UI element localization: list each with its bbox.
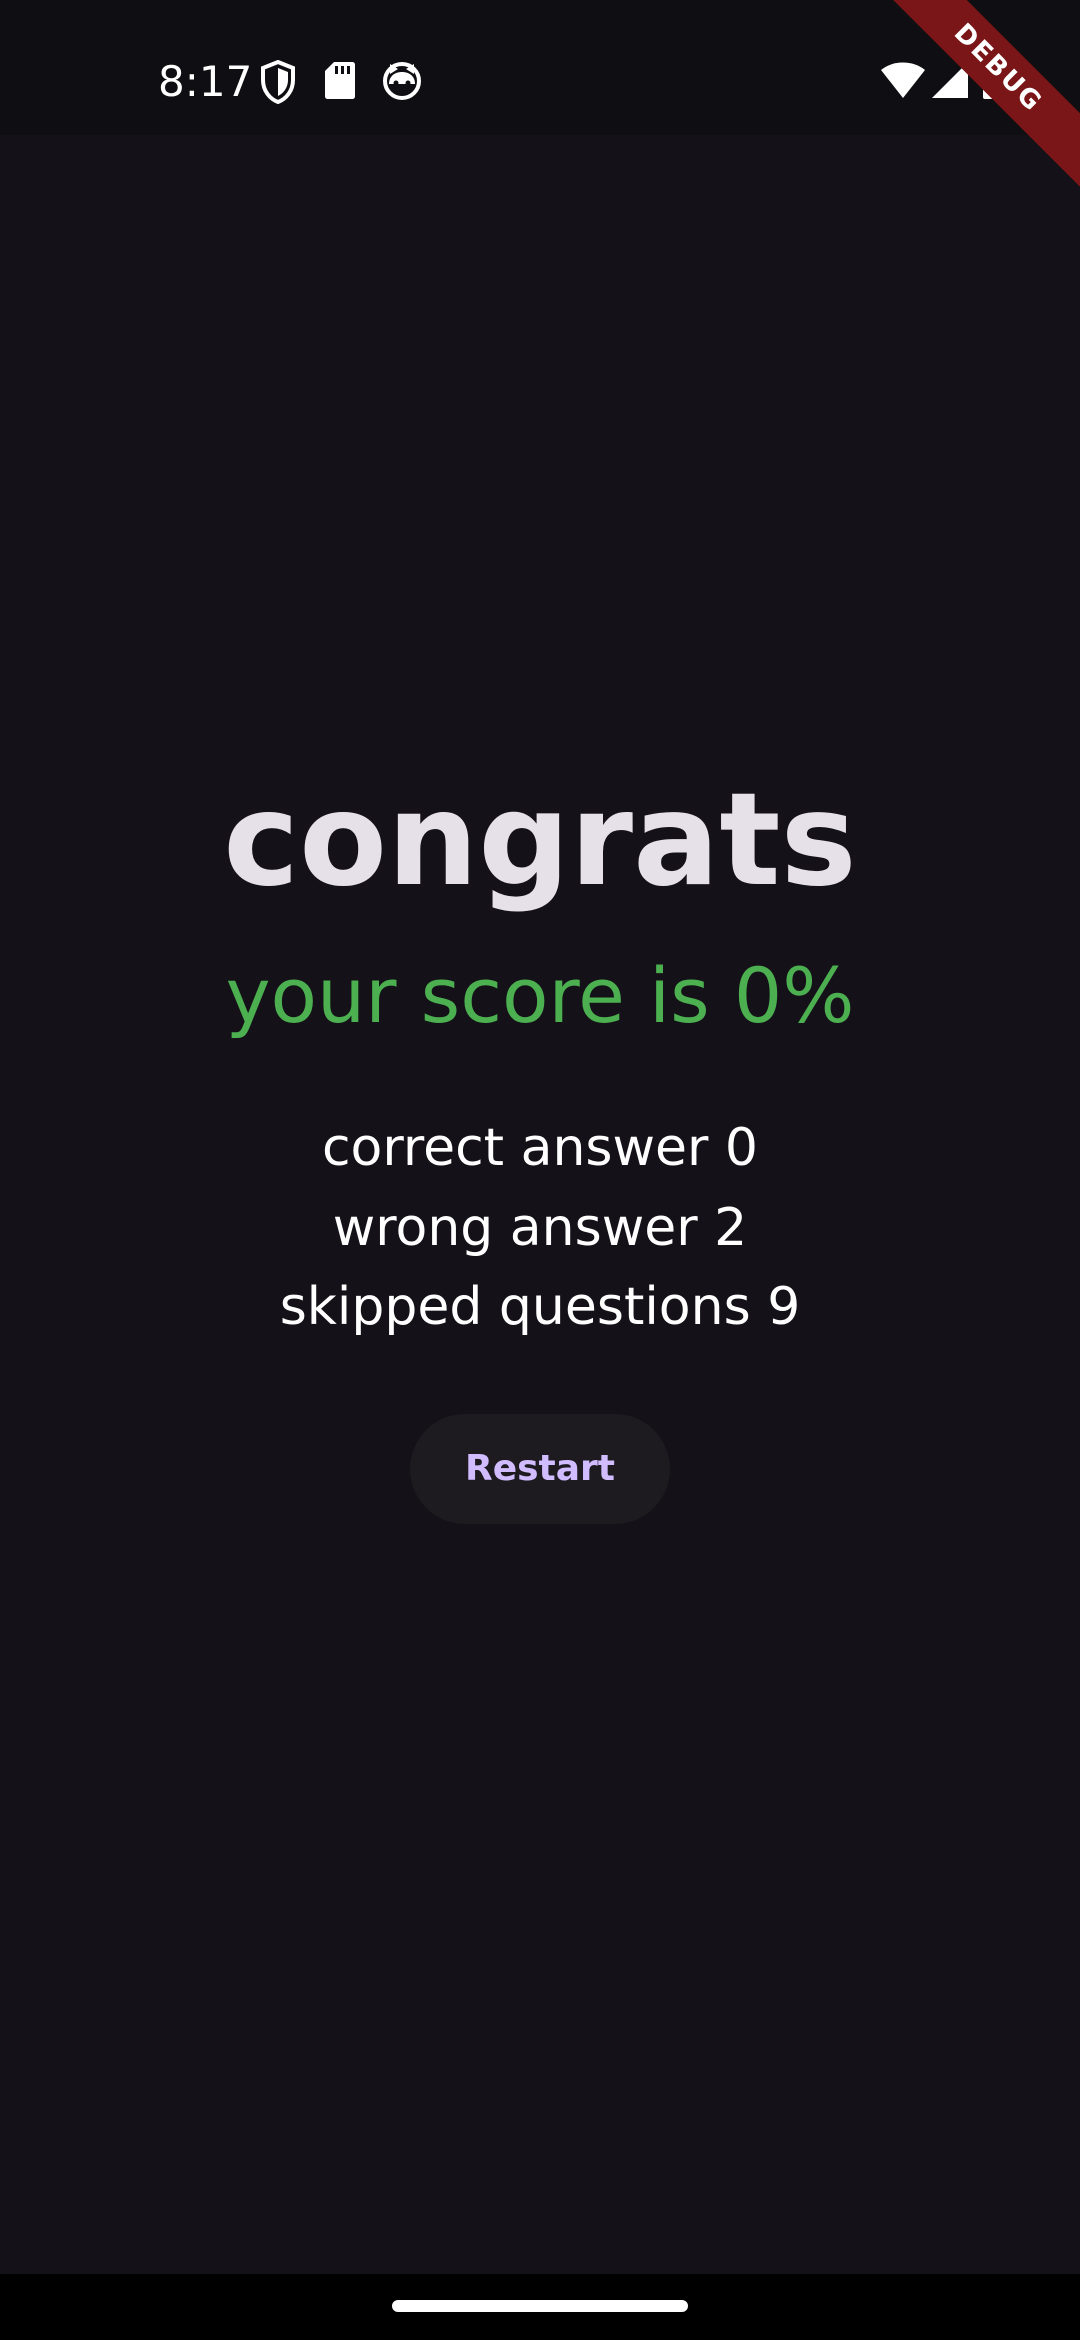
result-content: congrats your score is 0% correct answer… [0,0,1080,2340]
home-indicator[interactable] [392,2300,688,2312]
result-title: congrats [223,766,857,915]
stat-skipped-questions: skipped questions 9 [279,1277,801,1337]
restart-button[interactable]: Restart [410,1414,670,1524]
stat-correct-answers: correct answer 0 [321,1118,759,1178]
stat-wrong-answers: wrong answer 2 [332,1198,748,1258]
screen: 8:17 DEBUG congrats your score is 0% cor… [0,0,1080,2340]
score-text: your score is 0% [225,951,855,1040]
